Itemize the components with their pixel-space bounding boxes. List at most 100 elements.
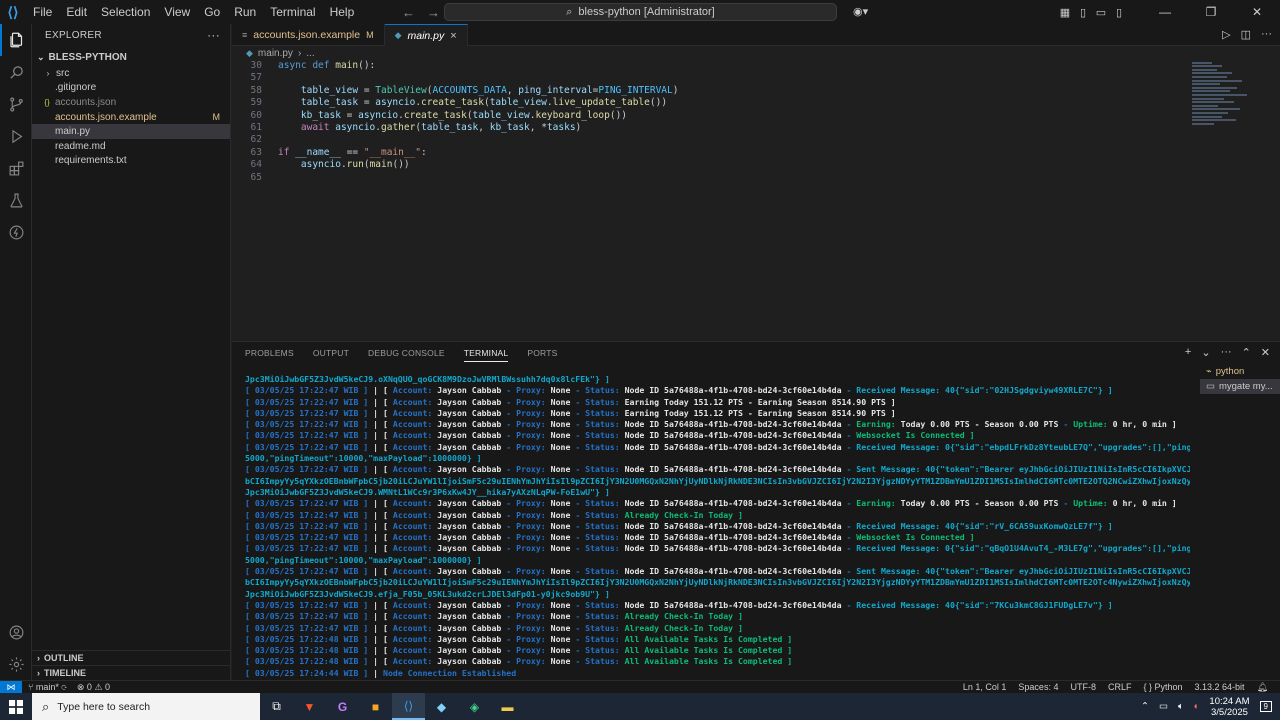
- more-actions-icon[interactable]: ···: [207, 28, 220, 42]
- back-arrow-icon[interactable]: ←: [402, 5, 415, 20]
- notifications-bell-icon[interactable]: 🔔︎: [1257, 682, 1268, 693]
- tree-item-readme-md[interactable]: readme.md: [32, 139, 230, 154]
- menu-item-view[interactable]: View: [157, 0, 197, 24]
- terminal-instance[interactable]: ⌁ python: [1200, 364, 1280, 379]
- workspace-folder[interactable]: ⌄ BLESS-PYTHON: [32, 48, 230, 66]
- run-debug-icon[interactable]: [0, 120, 32, 152]
- python-interpreter[interactable]: 3.13.2 64-bit: [1195, 682, 1245, 692]
- tree-item-requirements-txt[interactable]: requirements.txt: [32, 154, 230, 169]
- more-actions-icon[interactable]: ···: [1221, 346, 1232, 359]
- tree-item-gitignore[interactable]: .gitignore: [32, 81, 230, 96]
- split-editor-icon[interactable]: ◫: [1241, 28, 1251, 41]
- panel-tab-output[interactable]: OUTPUT: [313, 348, 349, 358]
- encoding[interactable]: UTF-8: [1070, 682, 1096, 692]
- toggle-panel-icon[interactable]: ▭: [1092, 6, 1110, 19]
- tree-item-main-py[interactable]: main.py: [32, 124, 230, 139]
- close-window-button[interactable]: ✕: [1234, 5, 1280, 19]
- code-token: =: [358, 97, 376, 109]
- terminal-segment: None: [550, 407, 576, 418]
- orange-app-icon[interactable]: ■: [359, 693, 392, 720]
- terminal-segment: Earning:: [856, 498, 901, 509]
- copilot-icon[interactable]: ◉▾: [853, 5, 868, 18]
- breadcrumb-symbol[interactable]: ...: [306, 48, 314, 59]
- close-panel-icon[interactable]: ✕: [1261, 346, 1270, 359]
- terminal-instance[interactable]: ▭ mygate my...: [1200, 379, 1280, 394]
- menu-item-run[interactable]: Run: [227, 0, 263, 24]
- source-control-icon[interactable]: [0, 88, 32, 120]
- terminal-segment: All Available Tasks Is Completed ]: [624, 633, 793, 644]
- search-icon[interactable]: [0, 56, 32, 88]
- terminal-segment: All Available Tasks Is Completed ]: [624, 656, 793, 667]
- tab-accounts-json-example[interactable]: ≡ accounts.json.example M: [232, 24, 385, 46]
- branch-indicator[interactable]: ⑂ main* ⟳: [28, 682, 67, 692]
- minimize-button[interactable]: —: [1142, 5, 1188, 19]
- problems-indicator[interactable]: ⊗ 0 ⚠ 0: [77, 682, 110, 693]
- terminal-line: [ 03/05/25 17:22:47 WIB ] | [ Account: J…: [245, 385, 1190, 396]
- layout-customize-icon[interactable]: ▦: [1056, 6, 1074, 19]
- explorer-icon[interactable]: [0, 24, 32, 56]
- toggle-secondary-sidebar-icon[interactable]: ▯: [1110, 6, 1128, 19]
- tray-overflow-icon[interactable]: ⌃: [1141, 701, 1149, 712]
- terminal-segment: Uptime:: [1073, 498, 1113, 509]
- menu-item-selection[interactable]: Selection: [94, 0, 157, 24]
- file-explorer-icon[interactable]: ▬: [491, 693, 524, 720]
- menu-item-go[interactable]: Go: [197, 0, 227, 24]
- tree-item-label: accounts.json: [55, 96, 117, 108]
- forward-arrow-icon[interactable]: →: [427, 5, 440, 20]
- network-icon[interactable]: ▭: [1159, 701, 1168, 712]
- timeline-section[interactable]: › TIMELINE: [32, 665, 231, 680]
- brave-browser-icon[interactable]: ▼: [293, 693, 326, 720]
- app-tray-icon[interactable]: ◐: [1194, 701, 1200, 712]
- panel-tab-terminal[interactable]: TERMINAL: [463, 345, 509, 362]
- code-editor[interactable]: 30 async def main(): 57 58 table_view = Tab…: [232, 60, 1192, 340]
- account-icon[interactable]: [0, 616, 32, 648]
- menu-item-edit[interactable]: Edit: [59, 0, 94, 24]
- vscode-taskbar-icon[interactable]: ⟨⟩: [392, 693, 425, 720]
- panel-tab-ports[interactable]: PORTS: [527, 348, 557, 358]
- run-python-file-icon[interactable]: ▷: [1222, 28, 1230, 41]
- blue-app-icon[interactable]: ◆: [425, 693, 458, 720]
- extensions-icon[interactable]: [0, 152, 32, 184]
- new-terminal-icon[interactable]: +: [1185, 346, 1191, 359]
- maximize-panel-icon[interactable]: ⌃: [1242, 346, 1251, 359]
- breadcrumb-file[interactable]: main.py: [258, 48, 293, 59]
- toggle-sidebar-icon[interactable]: ▯: [1074, 6, 1092, 19]
- outline-section[interactable]: › OUTLINE: [32, 650, 231, 665]
- windows-start-icon[interactable]: [0, 693, 32, 720]
- settings-gear-icon[interactable]: [0, 648, 32, 680]
- close-tab-icon[interactable]: ×: [450, 30, 456, 42]
- terminal-segment: - Status:: [575, 419, 625, 430]
- restore-button[interactable]: ❐: [1188, 5, 1234, 19]
- remote-icon[interactable]: [0, 216, 32, 248]
- more-actions-icon[interactable]: ···: [1261, 28, 1272, 41]
- tab-main-py[interactable]: ◆ main.py ×: [384, 24, 468, 46]
- chrome-g-icon[interactable]: G: [326, 693, 359, 720]
- volume-icon[interactable]: 🔈︎: [1178, 701, 1184, 712]
- task-view-icon[interactable]: ⧉: [260, 693, 293, 720]
- end-of-line[interactable]: CRLF: [1108, 682, 1132, 692]
- code-token: ==: [340, 146, 364, 158]
- menu-item-terminal[interactable]: Terminal: [263, 0, 322, 24]
- cursor-position[interactable]: Ln 1, Col 1: [963, 682, 1007, 692]
- language-mode[interactable]: { } Python: [1143, 682, 1182, 692]
- terminal-segment: Account:: [392, 441, 438, 452]
- terminal-segment: Jayson Cabbab: [437, 611, 507, 622]
- dev-tool-icon[interactable]: ◈: [458, 693, 491, 720]
- command-center[interactable]: ⌕ bless-python [Administrator]: [444, 3, 837, 21]
- testing-icon[interactable]: [0, 184, 32, 216]
- menu-item-file[interactable]: File: [26, 0, 59, 24]
- indentation[interactable]: Spaces: 4: [1018, 682, 1058, 692]
- tree-item-accounts-json-example[interactable]: accounts.json.example M: [32, 110, 230, 125]
- panel-tab-debug-console[interactable]: DEBUG CONSOLE: [368, 348, 445, 358]
- tree-item-accounts-json[interactable]: {} accounts.json: [32, 95, 230, 110]
- tree-item-src[interactable]: › src: [32, 66, 230, 81]
- remote-indicator-icon[interactable]: ⋈: [0, 680, 22, 694]
- terminal-output[interactable]: Jpc3MiOiJwbGF5Z3JvdW5keCJ9.oXNqQUO_qoGCK…: [245, 374, 1190, 680]
- taskbar-search[interactable]: ⌕ Type here to search: [32, 693, 260, 720]
- minimap[interactable]: [1192, 60, 1280, 160]
- notification-center-icon[interactable]: 9: [1259, 701, 1272, 712]
- menu-item-help[interactable]: Help: [323, 0, 362, 24]
- chevron-down-icon[interactable]: ⌄: [1201, 346, 1210, 359]
- clock[interactable]: 10:24 AM 3/5/2025: [1209, 696, 1249, 718]
- panel-tab-problems[interactable]: PROBLEMS: [245, 348, 294, 358]
